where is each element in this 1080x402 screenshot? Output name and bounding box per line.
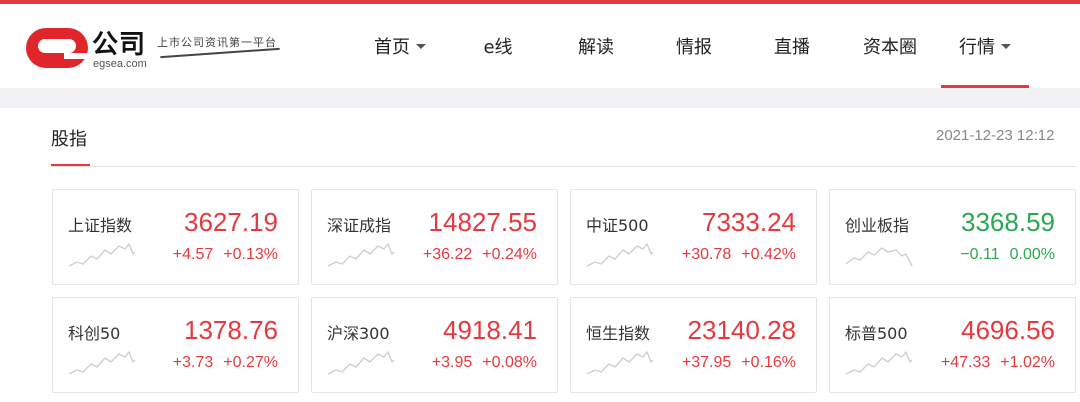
index-change-row: +36.22 +0.24% — [423, 246, 537, 264]
nav-item-label: 解读 — [578, 37, 614, 58]
index-change: +37.95 — [681, 354, 732, 371]
section-title: 股指 — [51, 129, 87, 150]
site-header: 公司 egsea.com 上市公司资讯第一平台 首页 e线 解读 情报 直播 资本圈 行情 — [0, 4, 1080, 88]
index-change-pct: +0.16% — [741, 354, 796, 371]
index-card[interactable]: 恒生指数 23140.28 +37.95 +0.16% — [570, 297, 817, 393]
index-price: 23140.28 — [687, 315, 796, 345]
index-card[interactable]: 科创50 1378.76 +3.73 +0.27% — [52, 297, 299, 393]
logo-e-icon — [26, 28, 88, 68]
index-change: +3.95 — [431, 354, 473, 371]
sparkline-icon — [586, 351, 654, 375]
index-price: 4918.41 — [443, 315, 537, 345]
index-change-row: +4.57 +0.13% — [173, 246, 278, 264]
index-price: 3368.59 — [961, 207, 1055, 237]
nav-item-label: 情报 — [676, 37, 712, 58]
index-change-pct: +1.02% — [1000, 354, 1055, 371]
main-nav: 首页 e线 解读 情报 直播 资本圈 行情 — [360, 4, 1060, 88]
index-change: +30.78 — [681, 246, 732, 263]
sparkline-icon — [327, 351, 395, 375]
index-name: 上证指数 — [68, 216, 133, 235]
index-card[interactable]: 上证指数 3627.19 +4.57 +0.13% — [52, 189, 299, 285]
sparkline-icon — [68, 351, 136, 375]
index-change-pct: +0.27% — [223, 354, 278, 371]
nav-item-4[interactable]: 直播 — [752, 4, 832, 88]
index-name: 沪深300 — [327, 324, 390, 343]
index-change-row: +47.33 +1.02% — [941, 354, 1055, 372]
nav-item-0[interactable]: 首页 — [360, 4, 440, 88]
index-change-pct: +0.08% — [482, 354, 537, 371]
index-card[interactable]: 创业板指 3368.59 −0.11 0.00% — [829, 189, 1076, 285]
update-timestamp: 2021-12-23 12:12 — [936, 127, 1055, 144]
nav-item-label: 首页 — [374, 37, 410, 58]
logo-domain: egsea.com — [93, 58, 147, 70]
index-name: 恒生指数 — [586, 324, 651, 343]
index-change-row: +3.95 +0.08% — [432, 354, 537, 372]
index-name: 深证成指 — [327, 216, 392, 235]
index-change: +36.22 — [422, 246, 473, 263]
index-price: 4696.56 — [961, 315, 1055, 345]
site-logo[interactable]: 公司 egsea.com 上市公司资讯第一平台 — [26, 22, 296, 74]
sparkline-icon — [327, 243, 395, 267]
index-price: 14827.55 — [428, 207, 537, 237]
index-name: 标普500 — [845, 324, 908, 343]
index-price: 3627.19 — [184, 207, 278, 237]
index-change-pct: +0.24% — [482, 246, 537, 263]
nav-item-1[interactable]: e线 — [462, 4, 534, 88]
index-change: −0.11 — [960, 246, 1000, 263]
index-name: 科创50 — [68, 324, 121, 343]
nav-item-label: 资本圈 — [863, 37, 917, 58]
index-change-pct: 0.00% — [1009, 246, 1055, 263]
sparkline-icon — [68, 243, 136, 267]
index-name: 创业板指 — [845, 216, 910, 235]
caret-down-icon — [1001, 43, 1011, 49]
index-change-row: +37.95 +0.16% — [682, 354, 796, 372]
index-card[interactable]: 标普500 4696.56 +47.33 +1.02% — [829, 297, 1076, 393]
index-card[interactable]: 沪深300 4918.41 +3.95 +0.08% — [311, 297, 558, 393]
sparkline-icon — [586, 243, 654, 267]
index-card[interactable]: 深证成指 14827.55 +36.22 +0.24% — [311, 189, 558, 285]
logo-brand-name: 公司 — [92, 30, 147, 60]
sparkline-icon — [845, 247, 913, 267]
section-rule — [51, 166, 1076, 167]
index-change: +4.57 — [172, 246, 214, 263]
nav-item-2[interactable]: 解读 — [556, 4, 636, 88]
index-change: +47.33 — [940, 354, 991, 371]
nav-item-label: 直播 — [774, 37, 810, 58]
nav-item-6[interactable]: 行情 — [941, 4, 1029, 88]
nav-item-5[interactable]: 资本圈 — [850, 4, 930, 88]
caret-down-icon — [416, 43, 426, 49]
nav-item-3[interactable]: 情报 — [654, 4, 734, 88]
index-change-row: −0.11 0.00% — [960, 246, 1055, 264]
index-name: 中证500 — [586, 216, 649, 235]
index-card[interactable]: 中证500 7333.24 +30.78 +0.42% — [570, 189, 817, 285]
logo-slogan: 上市公司资讯第一平台 — [157, 36, 277, 49]
index-change-row: +3.73 +0.27% — [173, 354, 278, 372]
index-price: 1378.76 — [184, 315, 278, 345]
index-change: +3.73 — [172, 354, 214, 371]
nav-item-label: e线 — [483, 37, 513, 58]
nav-item-label: 行情 — [959, 37, 995, 58]
sparkline-icon — [845, 351, 913, 375]
index-change-pct: +0.13% — [223, 246, 278, 263]
index-price: 7333.24 — [702, 207, 796, 237]
header-divider-band — [0, 88, 1080, 108]
index-change-pct: +0.42% — [741, 246, 796, 263]
index-change-row: +30.78 +0.42% — [682, 246, 796, 264]
